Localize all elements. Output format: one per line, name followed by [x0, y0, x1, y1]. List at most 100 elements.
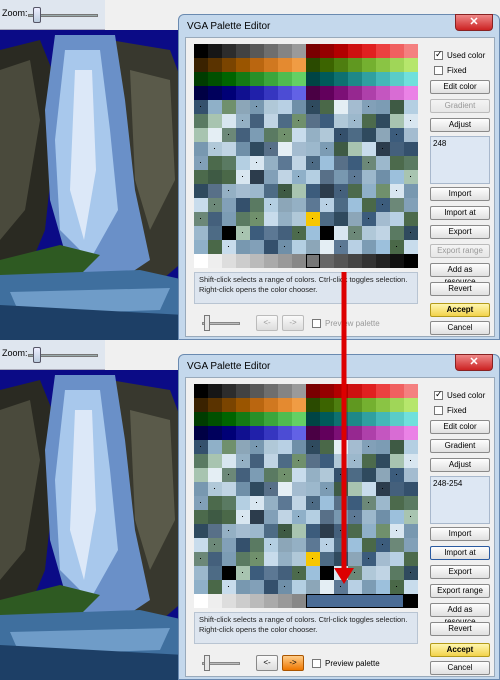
palette-swatch[interactable] [250, 58, 264, 72]
import-button[interactable]: Import [430, 527, 490, 541]
palette-swatch[interactable] [320, 454, 334, 468]
palette-swatch[interactable] [222, 384, 236, 398]
palette-swatch[interactable] [334, 44, 348, 58]
palette-swatch[interactable] [376, 240, 390, 254]
palette-swatch[interactable] [334, 72, 348, 86]
palette-swatch[interactable] [250, 184, 264, 198]
palette-swatch[interactable] [334, 198, 348, 212]
palette-swatch[interactable] [404, 128, 418, 142]
palette-swatch[interactable] [306, 384, 320, 398]
palette-swatch[interactable] [264, 100, 278, 114]
palette-swatch[interactable] [208, 44, 222, 58]
palette-swatch[interactable] [236, 580, 250, 594]
palette-swatch[interactable] [334, 510, 348, 524]
close-button[interactable]: ✕ [455, 354, 493, 371]
palette-swatch[interactable] [334, 240, 348, 254]
palette-swatch[interactable] [334, 86, 348, 100]
palette-swatch[interactable] [236, 594, 250, 608]
palette-swatch[interactable] [362, 86, 376, 100]
palette-swatch[interactable] [236, 398, 250, 412]
palette-swatch[interactable] [222, 496, 236, 510]
palette-swatch[interactable] [334, 482, 348, 496]
palette-swatch[interactable] [264, 384, 278, 398]
palette-swatch[interactable] [222, 254, 236, 268]
palette-swatch[interactable] [404, 142, 418, 156]
palette-swatch[interactable] [222, 398, 236, 412]
palette-swatch[interactable] [334, 114, 348, 128]
palette-swatch[interactable] [194, 198, 208, 212]
palette-swatch[interactable] [236, 86, 250, 100]
palette-swatch[interactable] [222, 524, 236, 538]
palette-swatch[interactable] [376, 384, 390, 398]
palette-swatch[interactable] [292, 524, 306, 538]
palette-swatch[interactable] [306, 72, 320, 86]
palette-swatch[interactable] [334, 440, 348, 454]
palette-swatch[interactable] [390, 184, 404, 198]
palette-swatch[interactable] [306, 468, 320, 482]
palette-swatch[interactable] [250, 44, 264, 58]
palette-swatch[interactable] [320, 538, 334, 552]
zoom-slider-thumb[interactable] [33, 347, 41, 363]
palette-swatch[interactable] [250, 240, 264, 254]
prev-button[interactable]: <- [256, 655, 278, 671]
palette-swatch[interactable] [264, 72, 278, 86]
palette-swatch[interactable] [334, 412, 348, 426]
palette-swatch[interactable] [278, 198, 292, 212]
edit-color-button[interactable]: Edit color [430, 80, 490, 94]
palette-swatch[interactable] [236, 254, 250, 268]
palette-swatch[interactable] [250, 128, 264, 142]
palette-swatch[interactable] [236, 426, 250, 440]
palette-swatch[interactable] [208, 398, 222, 412]
palette-swatch[interactable] [208, 86, 222, 100]
palette-swatch[interactable] [320, 170, 334, 184]
palette-swatch[interactable] [348, 254, 362, 268]
palette-swatch[interactable] [250, 72, 264, 86]
palette-swatch[interactable] [236, 44, 250, 58]
revert-button[interactable]: Revert [430, 282, 490, 296]
palette-swatch[interactable] [348, 72, 362, 86]
palette-swatch[interactable] [334, 226, 348, 240]
palette-swatch[interactable] [362, 128, 376, 142]
palette-swatch[interactable] [320, 482, 334, 496]
used-color-checkbox[interactable] [434, 389, 443, 400]
palette-swatch[interactable] [292, 580, 306, 594]
palette-swatch[interactable] [278, 454, 292, 468]
palette-swatch[interactable] [264, 440, 278, 454]
palette-swatch[interactable] [362, 254, 376, 268]
palette-swatch[interactable] [194, 128, 208, 142]
palette-swatch[interactable] [222, 426, 236, 440]
palette-swatch[interactable] [236, 212, 250, 226]
palette-swatch[interactable] [292, 170, 306, 184]
palette-swatch[interactable] [194, 184, 208, 198]
palette-swatch[interactable] [404, 184, 418, 198]
palette-swatch[interactable] [194, 482, 208, 496]
palette-swatch[interactable] [194, 538, 208, 552]
palette-swatch[interactable] [306, 482, 320, 496]
palette-grid[interactable] [194, 384, 418, 608]
palette-swatch[interactable] [222, 100, 236, 114]
next-button[interactable]: -> [282, 655, 304, 671]
accept-button[interactable]: Accept [430, 303, 490, 317]
palette-swatch[interactable] [236, 552, 250, 566]
palette-swatch[interactable] [194, 594, 208, 608]
export-button[interactable]: Export [430, 565, 490, 579]
palette-swatch[interactable] [334, 524, 348, 538]
palette-swatch[interactable] [236, 412, 250, 426]
palette-swatch[interactable] [362, 510, 376, 524]
palette-swatch[interactable] [306, 170, 320, 184]
palette-swatch[interactable] [404, 440, 418, 454]
palette-swatch[interactable] [194, 566, 208, 580]
palette-swatch[interactable] [264, 128, 278, 142]
palette-swatch[interactable] [278, 128, 292, 142]
palette-swatch[interactable] [404, 426, 418, 440]
palette-swatch[interactable] [376, 156, 390, 170]
palette-swatch[interactable] [404, 254, 418, 268]
palette-swatch[interactable] [292, 468, 306, 482]
palette-swatch[interactable] [194, 44, 208, 58]
palette-swatch[interactable] [334, 538, 348, 552]
palette-swatch[interactable] [334, 384, 348, 398]
palette-swatch[interactable] [250, 454, 264, 468]
palette-swatch[interactable] [208, 170, 222, 184]
palette-swatch[interactable] [250, 440, 264, 454]
palette-swatch[interactable] [376, 212, 390, 226]
